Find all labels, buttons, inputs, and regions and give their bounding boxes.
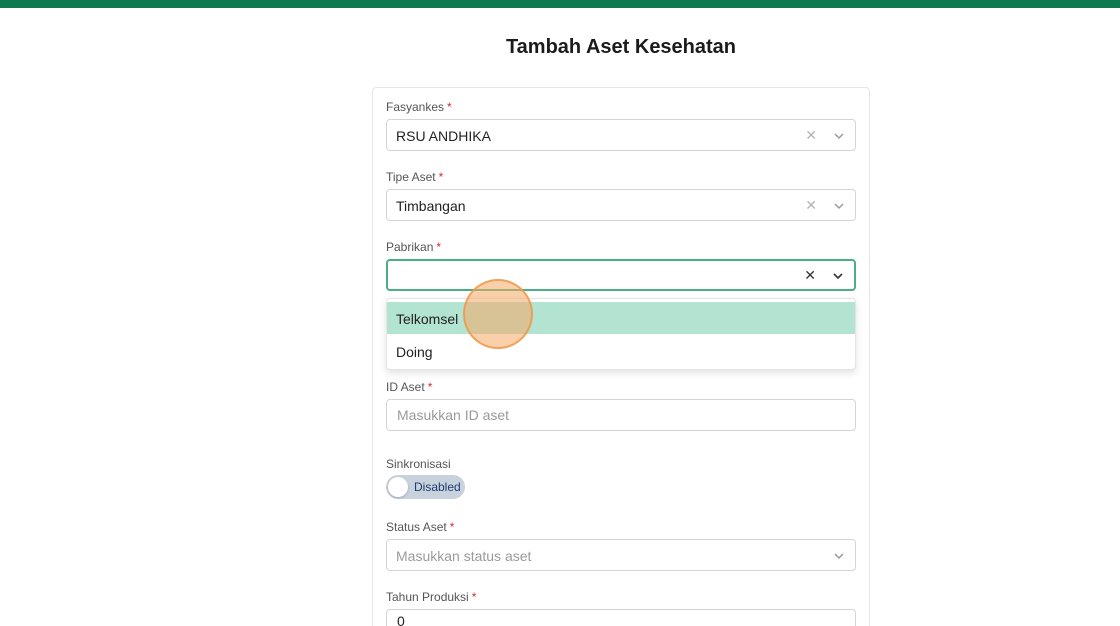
pabrikan-label: Pabrikan * [386,240,442,254]
page-title: Tambah Aset Kesehatan [505,36,737,58]
close-icon[interactable]: ✕ [805,197,817,213]
close-icon[interactable]: ✕ [804,267,816,283]
dropdown-option-telkomsel[interactable]: Telkomsel [387,302,855,334]
toggle-state-text: Disabled [414,480,461,494]
fasyankes-label: Fasyankes * [386,100,452,114]
dropdown-option-doing[interactable]: Doing [387,335,855,367]
chevron-down-icon[interactable] [833,200,845,212]
click-indicator [463,279,533,349]
status-aset-placeholder: Masukkan status aset [396,548,532,564]
sinkronisasi-toggle[interactable]: Disabled [386,475,465,499]
sinkronisasi-label: Sinkronisasi [386,457,451,471]
close-icon[interactable]: ✕ [805,127,817,143]
chevron-down-icon[interactable] [833,550,845,562]
id-aset-label: ID Aset * [386,380,433,394]
fasyankes-value: RSU ANDHIKA [396,128,491,144]
tipe-aset-value: Timbangan [396,198,466,214]
top-accent-bar [0,0,1120,8]
chevron-down-icon[interactable] [833,130,845,142]
chevron-down-icon[interactable] [832,270,844,282]
toggle-knob [388,477,408,497]
tahun-produksi-label: Tahun Produksi * [386,590,477,604]
fasyankes-select[interactable]: RSU ANDHIKA ✕ [386,119,856,151]
tahun-produksi-input[interactable] [386,609,856,626]
tipe-aset-label: Tipe Aset * [386,170,444,184]
pabrikan-select[interactable]: ✕ [386,259,856,291]
id-aset-input[interactable] [386,399,856,431]
tipe-aset-select[interactable]: Timbangan ✕ [386,189,856,221]
status-aset-select[interactable]: Masukkan status aset [386,539,856,571]
pabrikan-dropdown-menu: Telkomsel Doing [386,298,856,370]
status-aset-label: Status Aset * [386,520,455,534]
